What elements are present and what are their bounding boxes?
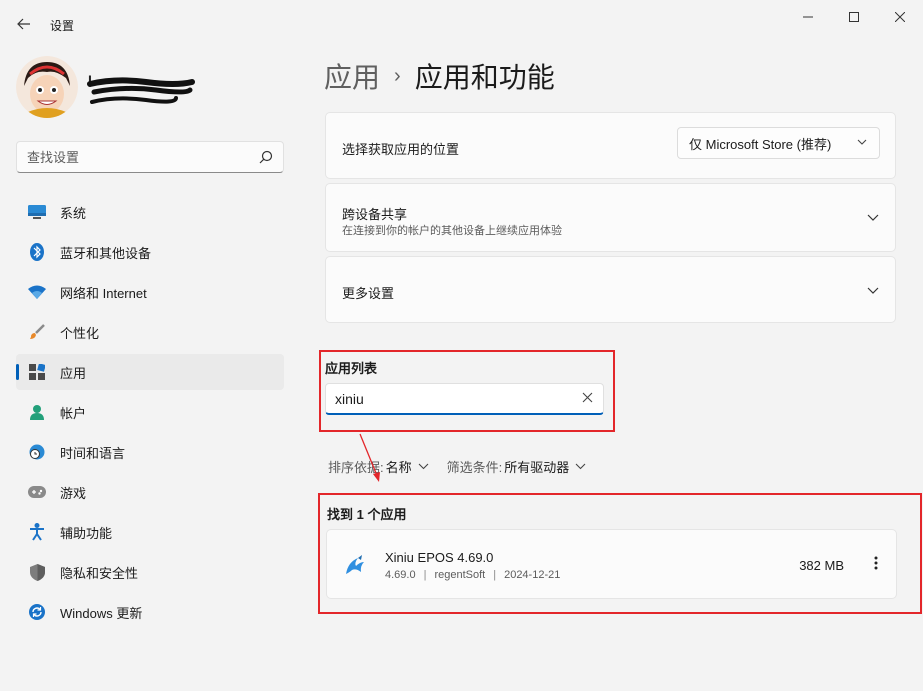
filter-drive-value[interactable]: 所有驱动器	[504, 457, 569, 476]
sidebar-item-label: 网络和 Internet	[60, 285, 147, 301]
shield-icon	[27, 562, 47, 582]
clock-globe-icon	[27, 442, 47, 462]
app-filter-input[interactable]	[326, 384, 566, 413]
sidebar-item-label: 游戏	[60, 485, 87, 501]
sidebar-item-label: 隐私和安全性	[60, 565, 139, 581]
app-publisher: regentSoft	[434, 569, 486, 581]
sidebar-item-windows-update[interactable]: Windows 更新	[16, 594, 284, 630]
more-settings-label: 更多设置	[342, 286, 395, 301]
app-install-date: 2024-12-21	[504, 569, 561, 581]
app-source-setting: 选择获取应用的位置 仅 Microsoft Store (推荐)	[325, 112, 896, 179]
accessibility-icon	[27, 522, 47, 542]
system-icon	[27, 202, 47, 222]
bluetooth-icon	[27, 242, 47, 262]
search-icon[interactable]	[259, 150, 273, 164]
redaction-scribble	[87, 77, 195, 104]
result-count: 找到 1 个应用	[327, 507, 407, 522]
app-filter-box[interactable]	[325, 383, 604, 415]
close-button[interactable]	[877, 0, 923, 34]
sidebar-item-label: 时间和语言	[60, 445, 126, 461]
search-input[interactable]	[17, 142, 237, 172]
apps-icon	[27, 362, 47, 382]
active-indicator	[16, 364, 19, 380]
brush-icon	[27, 322, 47, 342]
chevron-down-icon[interactable]	[418, 463, 429, 470]
sidebar-item-system[interactable]: 系统	[16, 194, 284, 230]
sidebar-item-accounts[interactable]: 帐户	[16, 394, 284, 430]
user-profile[interactable]: L	[16, 56, 296, 120]
meta-separator: |	[423, 569, 427, 581]
sidebar-item-gaming[interactable]: 游戏	[16, 474, 284, 510]
sidebar-item-label: 应用	[60, 365, 87, 381]
filter-label: 筛选条件:	[446, 460, 503, 475]
sidebar-item-label: 帐户	[60, 405, 87, 421]
window-title: 设置	[50, 19, 75, 33]
sidebar-item-label: 个性化	[60, 325, 100, 341]
account-icon	[27, 402, 47, 422]
sort-value[interactable]: 名称	[386, 457, 412, 476]
close-icon	[895, 12, 905, 22]
sidebar-item-time-language[interactable]: 时间和语言	[16, 434, 284, 470]
sidebar-item-label: 辅助功能	[60, 525, 113, 541]
app-list-heading: 应用列表	[325, 361, 378, 376]
app-version: 4.69.0	[385, 569, 416, 581]
clear-icon[interactable]	[582, 392, 593, 403]
settings-search-box[interactable]	[16, 141, 284, 173]
gamepad-icon	[27, 482, 47, 502]
avatar	[16, 56, 78, 118]
minimize-button[interactable]	[785, 0, 831, 34]
meta-separator: |	[493, 569, 497, 581]
maximize-icon	[849, 12, 859, 22]
app-source-value: 仅 Microsoft Store (推荐)	[689, 136, 832, 152]
app-source-label: 选择获取应用的位置	[342, 142, 460, 157]
minimize-icon	[803, 16, 813, 18]
app-name: Xiniu EPOS 4.69.0	[385, 550, 494, 565]
chevron-down-icon[interactable]	[867, 287, 879, 294]
chevron-down-icon	[857, 139, 867, 145]
app-size: 382 MB	[799, 558, 844, 573]
app-list-item[interactable]: Xiniu EPOS 4.69.0 4.69.0 | regentSoft | …	[326, 529, 897, 599]
sidebar-item-label: 系统	[60, 205, 87, 221]
sidebar-item-personalization[interactable]: 个性化	[16, 314, 284, 350]
share-across-devices-label: 跨设备共享	[342, 207, 408, 222]
share-across-devices-setting[interactable]: 跨设备共享 在连接到你的帐户的其他设备上继续应用体验	[325, 183, 896, 252]
more-options-icon[interactable]	[874, 556, 878, 570]
sidebar-item-accessibility[interactable]: 辅助功能	[16, 514, 284, 550]
title-bar: 设置	[0, 0, 923, 44]
maximize-button[interactable]	[831, 0, 877, 34]
chevron-down-icon[interactable]	[575, 463, 586, 470]
more-settings-setting[interactable]: 更多设置	[325, 256, 896, 323]
sidebar-item-apps[interactable]: 应用	[16, 354, 284, 390]
update-icon	[27, 602, 47, 622]
share-across-devices-description: 在连接到你的帐户的其他设备上继续应用体验	[342, 225, 562, 237]
sidebar-item-label: 蓝牙和其他设备	[60, 245, 152, 261]
app-meta: 4.69.0 | regentSoft | 2024-12-21	[385, 569, 560, 581]
app-icon	[346, 555, 364, 574]
sidebar-item-label: Windows 更新	[60, 605, 143, 621]
wifi-icon	[27, 282, 47, 302]
back-arrow-icon	[17, 18, 30, 30]
chevron-down-icon[interactable]	[867, 214, 879, 221]
breadcrumb: 应用 › 应用和功能	[324, 56, 555, 96]
sidebar-item-network[interactable]: 网络和 Internet	[16, 274, 284, 310]
annotation-arrow	[359, 433, 380, 482]
sidebar-item-privacy[interactable]: 隐私和安全性	[16, 554, 284, 590]
sidebar-item-bluetooth[interactable]: 蓝牙和其他设备	[16, 234, 284, 270]
page-title: 应用和功能	[414, 62, 555, 93]
breadcrumb-separator: ›	[394, 64, 401, 87]
sidebar-nav: 系统 蓝牙和其他设备 网络和 Internet 个性化 应用 帐户 时间和语言 …	[16, 194, 284, 634]
app-source-dropdown[interactable]: 仅 Microsoft Store (推荐)	[677, 127, 880, 159]
back-button[interactable]	[10, 10, 38, 38]
breadcrumb-parent[interactable]: 应用	[324, 56, 380, 96]
